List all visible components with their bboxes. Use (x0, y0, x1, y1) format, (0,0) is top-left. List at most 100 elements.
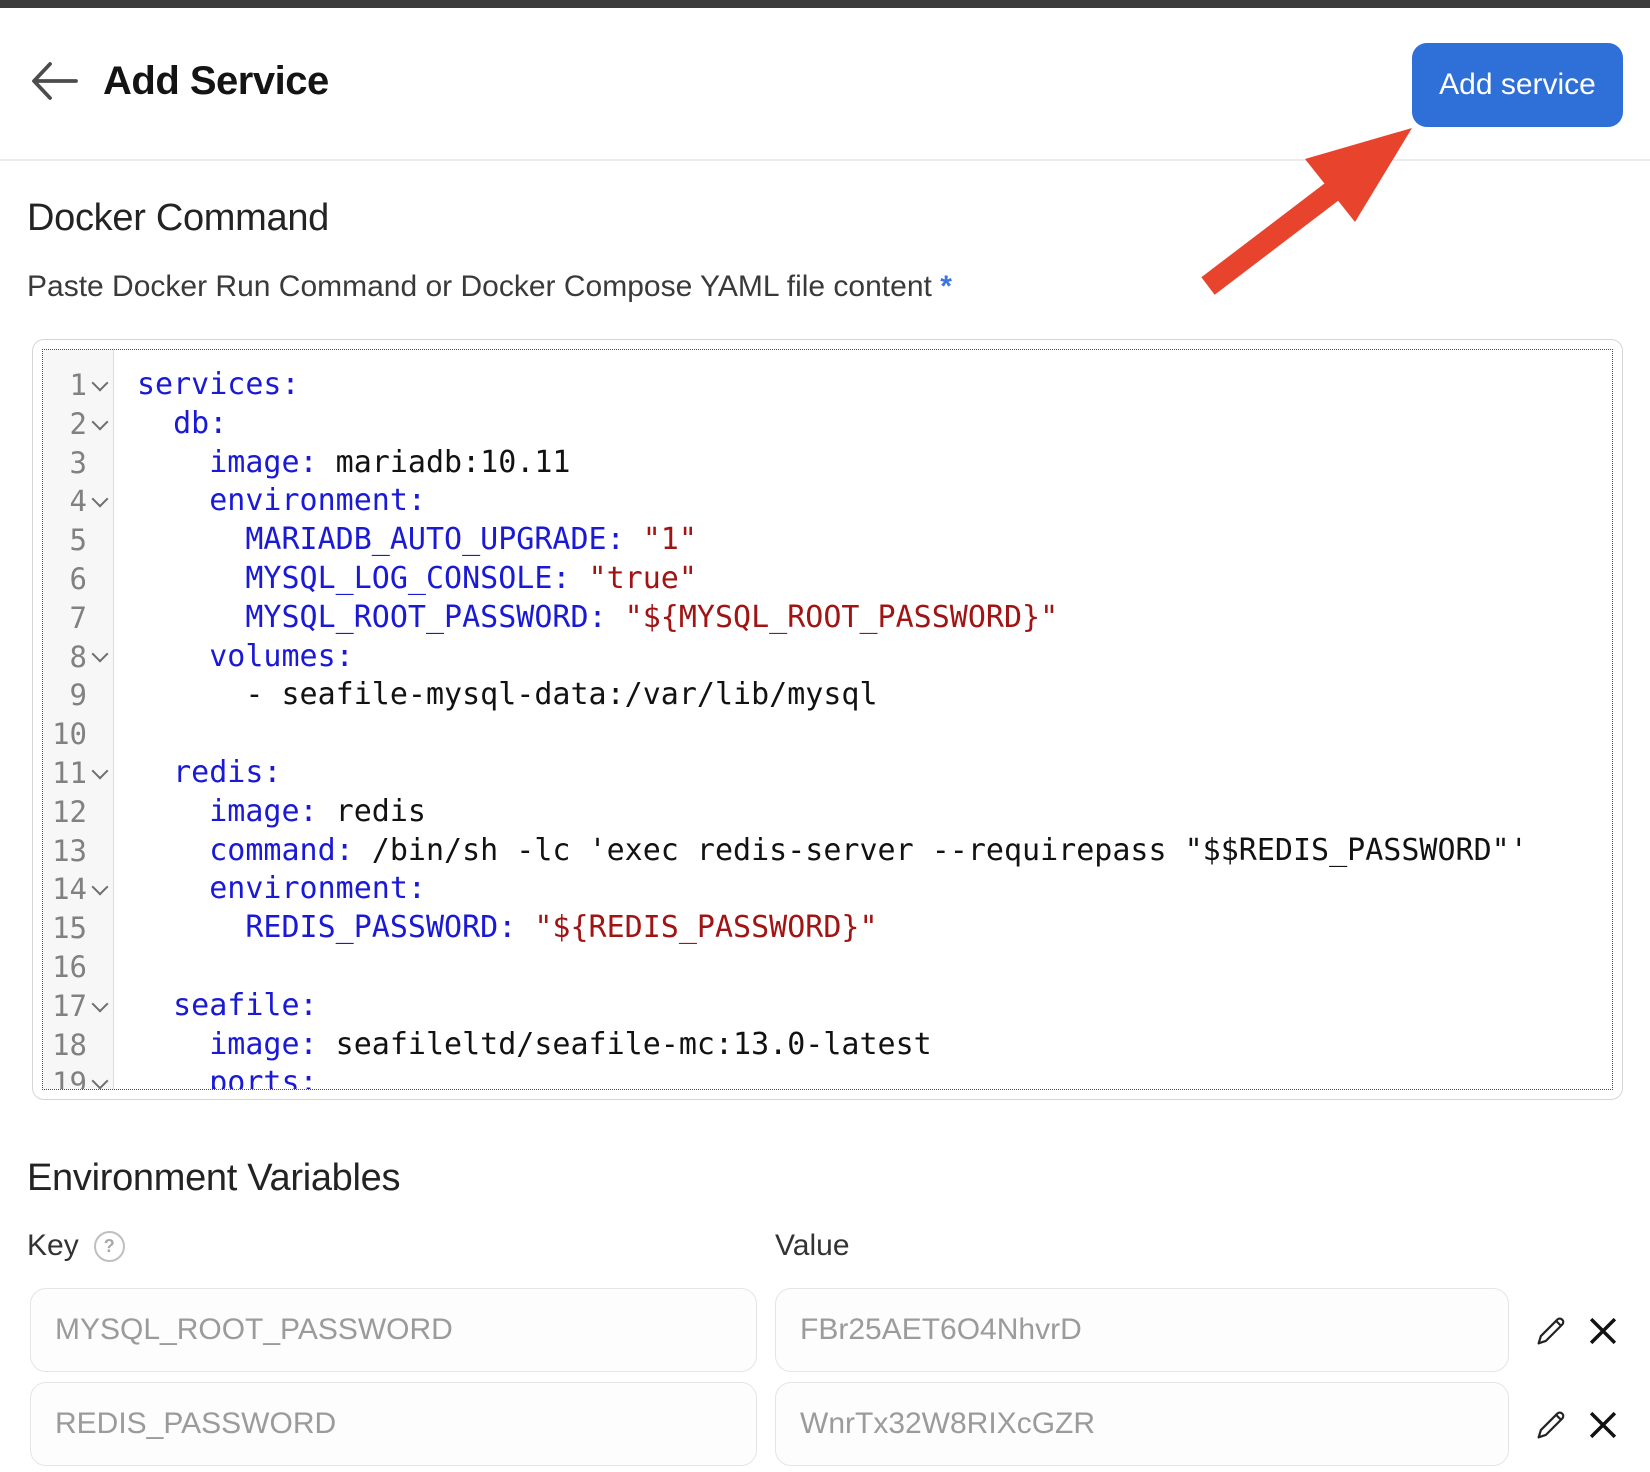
code-line: 5 MARIADB_AUTO_UPGRADE: "1" (43, 521, 1612, 560)
line-number: 19 (43, 1064, 87, 1090)
env-value-input[interactable] (775, 1382, 1509, 1466)
chevron-down-icon (92, 762, 109, 779)
code-area[interactable]: 1services:2 db:3 image: mariadb:10.114 e… (42, 349, 1613, 1090)
code-line: 7 MYSQL_ROOT_PASSWORD: "${MYSQL_ROOT_PAS… (43, 599, 1612, 638)
key-label-text: Key (27, 1229, 79, 1263)
edit-value-button[interactable] (1532, 1312, 1570, 1350)
docker-command-label: Paste Docker Run Command or Docker Compo… (27, 268, 952, 306)
remove-row-button[interactable] (1584, 1312, 1622, 1350)
code-text: MYSQL_LOG_CONSOLE: "true" (113, 560, 697, 599)
code-line: 9 - seafile-mysql-data:/var/lib/mysql (43, 676, 1612, 715)
gutter-cell: 13 (43, 832, 113, 871)
back-arrow-icon (28, 56, 80, 106)
remove-row-button[interactable] (1584, 1406, 1622, 1444)
key-column-label: Key ? (27, 1229, 125, 1263)
env-value-input[interactable] (775, 1288, 1509, 1372)
close-icon (1584, 1406, 1622, 1444)
value-column-label: Value (775, 1229, 850, 1263)
line-number: 14 (43, 870, 87, 909)
gutter-cell: 19 (43, 1064, 113, 1090)
gutter-cell: 4 (43, 482, 113, 521)
fold-toggle[interactable] (87, 765, 113, 782)
code-text: MARIADB_AUTO_UPGRADE: "1" (113, 521, 697, 560)
code-line: 16 (43, 948, 1612, 987)
code-line: 10 (43, 715, 1612, 754)
close-icon (1584, 1312, 1622, 1350)
code-text: environment: (113, 482, 426, 521)
line-number: 3 (43, 444, 87, 483)
docker-command-editor[interactable]: 1services:2 db:3 image: mariadb:10.114 e… (32, 339, 1623, 1100)
env-var-row (0, 1382, 1650, 1466)
docker-command-heading: Docker Command (27, 194, 329, 242)
gutter-cell: 17 (43, 987, 113, 1026)
code-text: image: redis (113, 793, 426, 832)
help-icon[interactable]: ? (94, 1231, 125, 1262)
code-line: 12 image: redis (43, 793, 1612, 832)
add-service-page: Add Service Add service Docker Command P… (0, 0, 1650, 1472)
code-line: 18 image: seafileltd/seafile-mc:13.0-lat… (43, 1026, 1612, 1065)
code-text: image: mariadb:10.11 (113, 444, 571, 483)
code-lines: 1services:2 db:3 image: mariadb:10.114 e… (43, 350, 1612, 1090)
environment-variables-heading: Environment Variables (27, 1154, 400, 1202)
line-number: 17 (43, 987, 87, 1026)
fold-toggle[interactable] (87, 493, 113, 510)
gutter-cell: 8 (43, 638, 113, 677)
edit-value-button[interactable] (1532, 1406, 1570, 1444)
code-text: ports: (113, 1064, 318, 1090)
code-line: 13 command: /bin/sh -lc 'exec redis-serv… (43, 832, 1612, 871)
gutter-cell: 6 (43, 560, 113, 599)
env-key-input[interactable] (30, 1288, 757, 1372)
code-text: REDIS_PASSWORD: "${REDIS_PASSWORD}" (113, 909, 878, 948)
code-line: 4 environment: (43, 482, 1612, 521)
pencil-icon (1532, 1406, 1570, 1444)
page-title: Add Service (103, 56, 329, 106)
gutter-cell: 3 (43, 444, 113, 483)
back-button[interactable] (28, 56, 80, 106)
gutter-cell: 11 (43, 754, 113, 793)
code-line: 11 redis: (43, 754, 1612, 793)
docker-command-label-text: Paste Docker Run Command or Docker Compo… (27, 270, 932, 303)
code-line: 6 MYSQL_LOG_CONSOLE: "true" (43, 560, 1612, 599)
code-line: 15 REDIS_PASSWORD: "${REDIS_PASSWORD}" (43, 909, 1612, 948)
chevron-down-icon (92, 413, 109, 430)
gutter-cell: 14 (43, 870, 113, 909)
gutter-cell: 16 (43, 948, 113, 987)
line-number: 6 (43, 560, 87, 599)
code-text: db: (113, 405, 227, 444)
env-key-input[interactable] (30, 1382, 757, 1466)
gutter-cell: 1 (43, 366, 113, 405)
gutter-cell: 12 (43, 793, 113, 832)
chevron-down-icon (92, 1073, 109, 1090)
line-number: 2 (43, 405, 87, 444)
line-number: 18 (43, 1026, 87, 1065)
env-rows (0, 1288, 1650, 1472)
code-text: MYSQL_ROOT_PASSWORD: "${MYSQL_ROOT_PASSW… (113, 599, 1058, 638)
code-line: 8 volumes: (43, 638, 1612, 677)
fold-toggle[interactable] (87, 648, 113, 665)
code-text: seafile: (113, 987, 318, 1026)
fold-toggle[interactable] (87, 881, 113, 898)
line-number: 8 (43, 638, 87, 677)
fold-toggle[interactable] (87, 998, 113, 1015)
code-line: 17 seafile: (43, 987, 1612, 1026)
window-top-strip (0, 0, 1650, 8)
chevron-down-icon (92, 646, 109, 663)
pencil-icon (1532, 1312, 1570, 1350)
header-divider (0, 159, 1650, 161)
fold-toggle[interactable] (87, 416, 113, 433)
code-text: command: /bin/sh -lc 'exec redis-server … (113, 832, 1528, 871)
code-line: 19 ports: (43, 1064, 1612, 1090)
chevron-down-icon (92, 374, 109, 391)
gutter-cell: 10 (43, 715, 113, 754)
chevron-down-icon (92, 879, 109, 896)
code-line: 3 image: mariadb:10.11 (43, 444, 1612, 483)
line-number: 7 (43, 599, 87, 638)
line-number: 1 (43, 366, 87, 405)
fold-toggle[interactable] (87, 1075, 113, 1090)
gutter-cell: 18 (43, 1026, 113, 1065)
chevron-down-icon (92, 491, 109, 508)
fold-toggle[interactable] (87, 377, 113, 394)
gutter-cell: 9 (43, 676, 113, 715)
line-number: 10 (43, 715, 87, 754)
add-service-button[interactable]: Add service (1412, 43, 1623, 127)
